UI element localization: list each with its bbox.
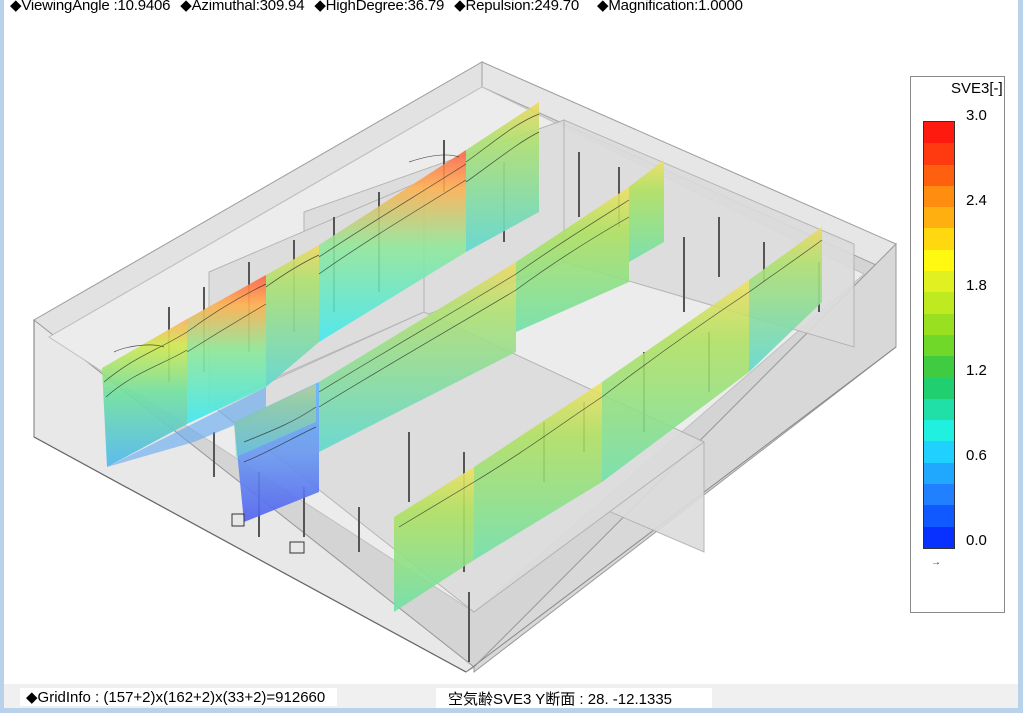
legend-color-step [924,334,954,357]
legend-color-step [924,164,954,186]
legend-color-step [924,462,954,485]
legend-color-step [924,356,954,378]
legend-color-step [924,185,954,208]
legend-color-step [924,526,954,548]
magnification-readout: ◆Magnification:1.0000 [597,0,743,14]
3d-viewport[interactable] [4,12,1018,684]
legend-color-step [924,292,954,314]
legend-tick: 0.0 [966,532,987,549]
legend-color-step [924,377,954,399]
room-model-scene [33,61,897,674]
legend-color-step [924,122,954,144]
legend-color-bar [923,121,955,549]
repulsion-readout: ◆Repulsion:249.70 [454,0,580,14]
legend-tick: 2.4 [966,192,987,209]
viewing-angle-readout: ◆ViewingAngle :10.9406 [10,0,171,14]
legend-color-step [924,441,954,463]
legend-tick: 1.2 [966,362,987,379]
legend-arrow-icon: → [931,557,941,568]
legend-title: SVE3[-] [951,80,1003,97]
legend-color-step [924,484,954,506]
legend-tick: 3.0 [966,107,987,124]
legend-color-step [924,249,954,272]
color-legend: SVE3[-] 3.0 2.4 1.8 1.2 0.6 0.0 → [910,76,1005,613]
view-parameters-bar: ◆ViewingAngle :10.9406 ◆Azimuthal:309.94… [10,0,749,14]
legend-color-step [924,228,954,250]
section-info-text: 空気齢SVE3 Y断面 : 28. -12.1335 [436,688,712,709]
grid-info-text: ◆GridInfo : (157+2)x(162+2)x(33+2)=91266… [20,688,338,706]
legend-color-step [924,143,954,165]
legend-color-step [924,313,954,335]
azimuthal-readout: ◆Azimuthal:309.94 [180,0,305,14]
legend-color-step [924,398,954,421]
legend-color-step [924,207,954,229]
legend-color-step [924,271,954,293]
legend-tick: 0.6 [966,447,987,464]
legend-tick: 1.8 [966,277,987,294]
status-bar: ◆GridInfo : (157+2)x(162+2)x(33+2)=91266… [4,684,1018,709]
legend-color-step [924,420,954,442]
high-degree-readout: ◆HighDegree:36.79 [314,0,445,14]
legend-color-step [924,505,954,527]
